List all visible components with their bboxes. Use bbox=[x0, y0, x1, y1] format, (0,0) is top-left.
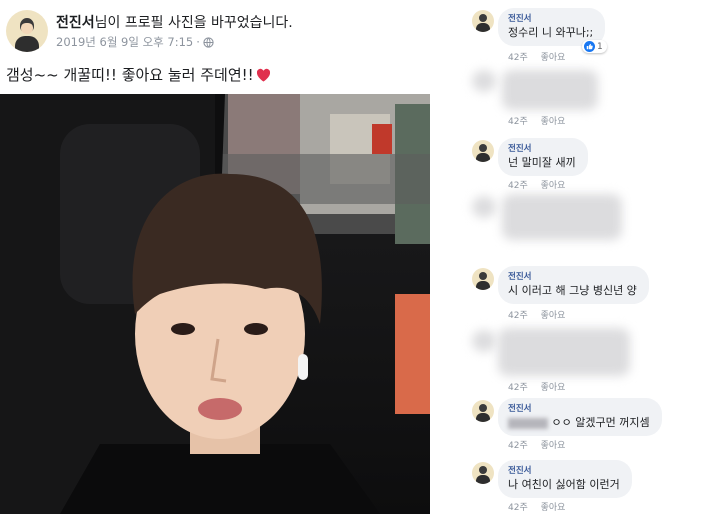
profile-update-post: 전진서님이 프로필 사진을 바꾸었습니다. 2019년 6월 9일 오후 7:1… bbox=[0, 0, 432, 514]
comment-time[interactable]: 42주 bbox=[508, 311, 528, 321]
post-date-link[interactable]: 2019년 6월 9일 오후 7:15 bbox=[56, 34, 193, 50]
comment-time[interactable]: 42주 bbox=[508, 503, 528, 513]
author-avatar[interactable] bbox=[6, 10, 48, 52]
comment-item-blurred: 42주 좋아요 bbox=[432, 326, 701, 396]
comment-actions: 42주 좋아요 bbox=[508, 438, 565, 451]
blurred-avatar bbox=[472, 330, 496, 352]
globe-icon[interactable] bbox=[203, 36, 214, 48]
comment-item-blurred bbox=[432, 192, 701, 258]
comment-actions: 42주 좋아요 bbox=[508, 50, 565, 63]
commenter-avatar[interactable] bbox=[472, 140, 494, 162]
like-link[interactable]: 좋아요 bbox=[541, 311, 566, 321]
commenter-name-link[interactable]: 전진서 bbox=[508, 143, 576, 155]
commenter-avatar[interactable] bbox=[472, 10, 494, 32]
like-icon bbox=[584, 41, 595, 52]
heart-icon bbox=[256, 68, 270, 82]
comment-item: 전진서 나 여친이 싫어함 이런거 42주 좋아요 bbox=[432, 458, 701, 514]
comment-text: ㅇㅇ 알겠구먼 꺼지셈 bbox=[508, 415, 650, 430]
caption-text: 갬성~~ 개꿀띠!! 좋아요 눌러 주데연!! bbox=[6, 66, 254, 84]
comment-bubble: 전진서 ㅇㅇ 알겠구먼 꺼지셈 bbox=[498, 398, 662, 436]
blurred-comment bbox=[502, 194, 622, 240]
comment-actions: 42주 좋아요 bbox=[508, 178, 565, 191]
commenter-name-link[interactable]: 전진서 bbox=[508, 271, 637, 283]
comment-bubble: 전진서 나 여친이 싫어함 이런거 bbox=[498, 460, 632, 498]
comment-time[interactable]: 42주 bbox=[508, 441, 528, 451]
like-link[interactable]: 좋아요 bbox=[541, 53, 566, 63]
commenter-name-link[interactable]: 전진서 bbox=[508, 403, 650, 415]
comment-bubble: 전진서 넌 말미잘 새끼 bbox=[498, 138, 588, 176]
profile-photo[interactable] bbox=[0, 94, 430, 514]
comment-item-blurred: 42주 좋아요 bbox=[432, 66, 701, 127]
blurred-comment bbox=[502, 70, 598, 110]
comment-text: 나 여친이 싫어함 이런거 bbox=[508, 478, 620, 491]
reaction-count[interactable]: 1 bbox=[582, 40, 607, 53]
blurred-avatar bbox=[472, 196, 496, 218]
like-link[interactable]: 좋아요 bbox=[541, 441, 566, 451]
post-title: 전진서님이 프로필 사진을 바꾸었습니다. bbox=[56, 12, 293, 32]
reaction-count-text: 1 bbox=[597, 41, 603, 52]
like-link[interactable]: 좋아요 bbox=[541, 383, 566, 393]
commenter-name-link[interactable]: 전진서 bbox=[508, 465, 620, 477]
comments-column: 전진서 정수리 니 와꾸나;; 1 42주 좋아요 42주 좋아요 전진서 넌 … bbox=[432, 0, 701, 514]
comment-item: 전진서 넌 말미잘 새끼 42주 좋아요 bbox=[432, 136, 701, 192]
comment-text: 시 이러고 해 그냥 병신년 양 bbox=[508, 284, 637, 297]
author-name-link[interactable]: 전진서 bbox=[56, 15, 95, 31]
post-action-text: 님이 프로필 사진을 바꾸었습니다. bbox=[94, 15, 293, 31]
commenter-avatar[interactable] bbox=[472, 268, 494, 290]
like-link[interactable]: 좋아요 bbox=[541, 503, 566, 513]
like-link[interactable]: 좋아요 bbox=[541, 181, 566, 191]
redacted-name bbox=[508, 417, 548, 429]
comment-item: 전진서 시 이러고 해 그냥 병신년 양 42주 좋아요 bbox=[432, 264, 701, 324]
commenter-avatar[interactable] bbox=[472, 400, 494, 422]
comment-actions: 42주 좋아요 bbox=[508, 308, 565, 321]
comment-actions: 42주 좋아요 bbox=[508, 114, 565, 127]
post-caption: 갬성~~ 개꿀띠!! 좋아요 눌러 주데연!! bbox=[6, 64, 271, 85]
post-timestamp: 2019년 6월 9일 오후 7:15 · bbox=[56, 34, 214, 50]
profile-photo-illustration bbox=[0, 94, 430, 514]
comment-time[interactable]: 42주 bbox=[508, 383, 528, 393]
comment-text: 정수리 니 와꾸나;; bbox=[508, 26, 594, 39]
comment-actions: 42주 좋아요 bbox=[508, 380, 565, 393]
comment-time[interactable]: 42주 bbox=[508, 53, 528, 63]
separator-dot: · bbox=[196, 35, 200, 49]
blurred-comment bbox=[498, 328, 630, 376]
like-link[interactable]: 좋아요 bbox=[541, 117, 566, 127]
comment-bubble: 전진서 시 이러고 해 그냥 병신년 양 bbox=[498, 266, 649, 304]
commenter-avatar[interactable] bbox=[472, 462, 494, 484]
comment-actions: 42주 좋아요 bbox=[508, 500, 565, 513]
commenter-name-link[interactable]: 전진서 bbox=[508, 13, 593, 25]
comment-time[interactable]: 42주 bbox=[508, 117, 528, 127]
comment-item: 전진서 ㅇㅇ 알겠구먼 꺼지셈 42주 좋아요 bbox=[432, 396, 701, 454]
comment-text: 넌 말미잘 새끼 bbox=[508, 156, 576, 169]
comment-text-body: ㅇㅇ 알겠구먼 꺼지셈 bbox=[551, 416, 650, 429]
comment-item: 전진서 정수리 니 와꾸나;; 1 42주 좋아요 bbox=[432, 6, 701, 64]
blurred-avatar bbox=[472, 70, 496, 92]
post-header: 전진서님이 프로필 사진을 바꾸었습니다. 2019년 6월 9일 오후 7:1… bbox=[6, 8, 426, 54]
comment-time[interactable]: 42주 bbox=[508, 181, 528, 191]
